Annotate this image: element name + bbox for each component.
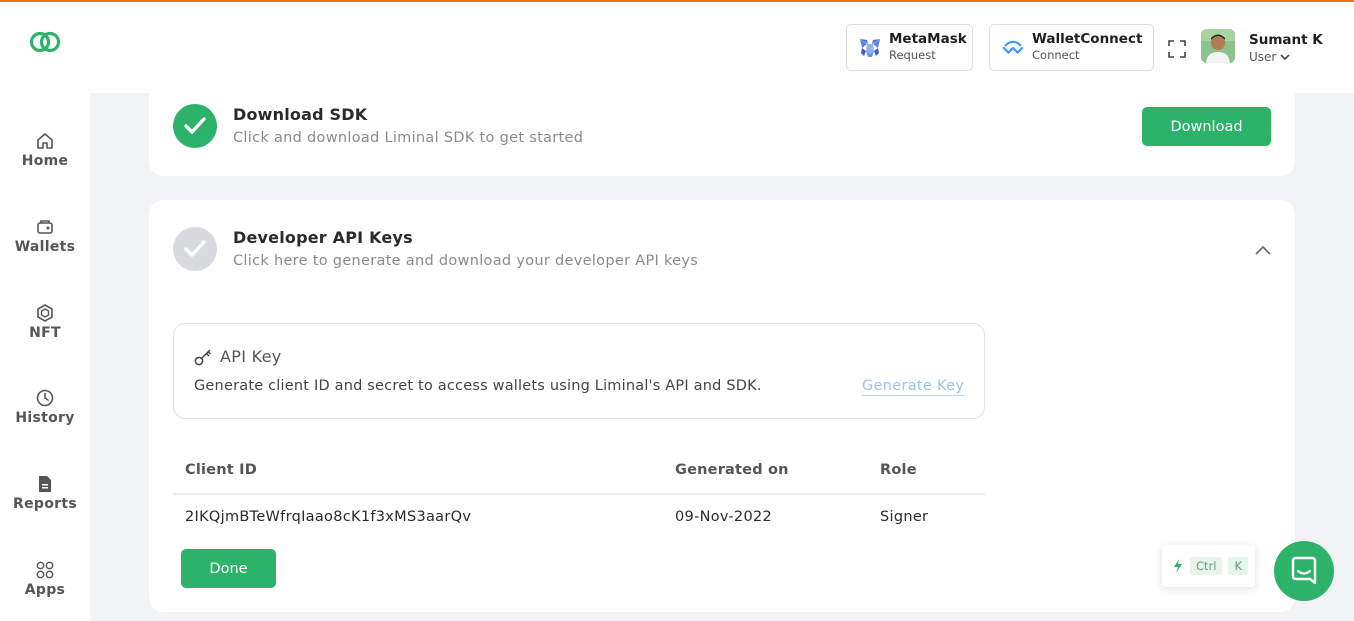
chat-support-button[interactable] — [1274, 541, 1334, 601]
completed-check-icon — [173, 104, 217, 148]
walletconnect-sublabel: Connect — [1032, 48, 1080, 62]
chat-icon — [1291, 556, 1317, 585]
sdk-card-subtitle: Click and download Liminal SDK to get st… — [233, 130, 584, 146]
ctrl-key: Ctrl — [1190, 557, 1223, 575]
api-key-title: API Key — [220, 347, 282, 366]
sidebar-item-label: Home — [21, 153, 69, 169]
hexagon-icon — [35, 303, 55, 323]
table-header-generated-on: Generated on — [675, 462, 789, 478]
generated-on-cell: 09-Nov-2022 — [675, 509, 773, 525]
walletconnect-icon — [1002, 37, 1024, 59]
walletconnect-button[interactable]: WalletConnect Connect — [989, 24, 1154, 71]
command-shortcut-hint[interactable]: Ctrl K — [1162, 545, 1255, 587]
sidebar-item-apps[interactable]: Apps — [0, 560, 90, 620]
walletconnect-label: WalletConnect — [1032, 31, 1143, 47]
generate-key-link[interactable]: Generate Key — [862, 378, 965, 396]
table-header-role: Role — [880, 462, 917, 478]
lightning-icon — [1174, 559, 1182, 573]
sidebar-item-label: Reports — [13, 496, 77, 512]
sidebar-item-label: Wallets — [14, 239, 76, 255]
sidebar-item-label: History — [15, 410, 75, 426]
sidebar: Home Wallets NFT History Reports Apps — [0, 93, 90, 621]
sidebar-item-label: Apps — [24, 582, 66, 598]
table-divider — [173, 493, 985, 495]
avatar[interactable] — [1201, 29, 1235, 63]
role-cell: Signer — [880, 509, 929, 525]
metamask-button[interactable]: MetaMask Request — [846, 24, 973, 71]
fullscreen-icon[interactable] — [1168, 40, 1186, 58]
sidebar-item-wallets[interactable]: Wallets — [0, 217, 90, 277]
chevron-up-icon[interactable] — [1255, 243, 1271, 257]
user-name: Sumant K — [1249, 32, 1323, 48]
api-card-title[interactable]: Developer API Keys — [233, 228, 413, 247]
sidebar-item-nft[interactable]: NFT — [0, 303, 90, 363]
k-key: K — [1228, 557, 1249, 575]
pending-check-icon — [173, 227, 217, 271]
download-sdk-card: Download SDK Click and download Liminal … — [149, 75, 1295, 176]
sidebar-item-history[interactable]: History — [0, 388, 90, 448]
wallet-icon — [35, 217, 55, 237]
key-icon — [194, 349, 211, 366]
sidebar-item-reports[interactable]: Reports — [0, 474, 90, 534]
metamask-fox-icon — [859, 37, 881, 59]
clock-icon — [35, 388, 55, 408]
metamask-sublabel: Request — [889, 48, 936, 62]
sidebar-item-label: NFT — [29, 325, 61, 341]
done-button[interactable]: Done — [181, 549, 276, 588]
table-header-client-id: Client ID — [185, 462, 257, 478]
developer-api-keys-card: Developer API Keys Click here to generat… — [149, 200, 1295, 612]
sidebar-item-home[interactable]: Home — [0, 131, 90, 191]
api-card-subtitle[interactable]: Click here to generate and download your… — [233, 253, 698, 269]
sdk-card-title: Download SDK — [233, 105, 368, 124]
user-role-dropdown[interactable]: User — [1249, 50, 1290, 64]
download-button[interactable]: Download — [1142, 107, 1271, 146]
document-icon — [35, 474, 55, 494]
user-role-label: User — [1249, 50, 1277, 64]
home-icon — [35, 131, 55, 151]
apps-grid-icon — [35, 560, 55, 580]
client-id-cell[interactable]: 2IKQjmBTeWfrqIaao8cK1f3xMS3aarQv — [185, 509, 471, 525]
chevron-down-icon — [1280, 53, 1290, 60]
metamask-label: MetaMask — [889, 31, 967, 47]
api-key-description: Generate client ID and secret to access … — [194, 378, 762, 394]
liminal-logo[interactable] — [29, 30, 61, 54]
api-key-panel: API Key Generate client ID and secret to… — [173, 323, 985, 419]
